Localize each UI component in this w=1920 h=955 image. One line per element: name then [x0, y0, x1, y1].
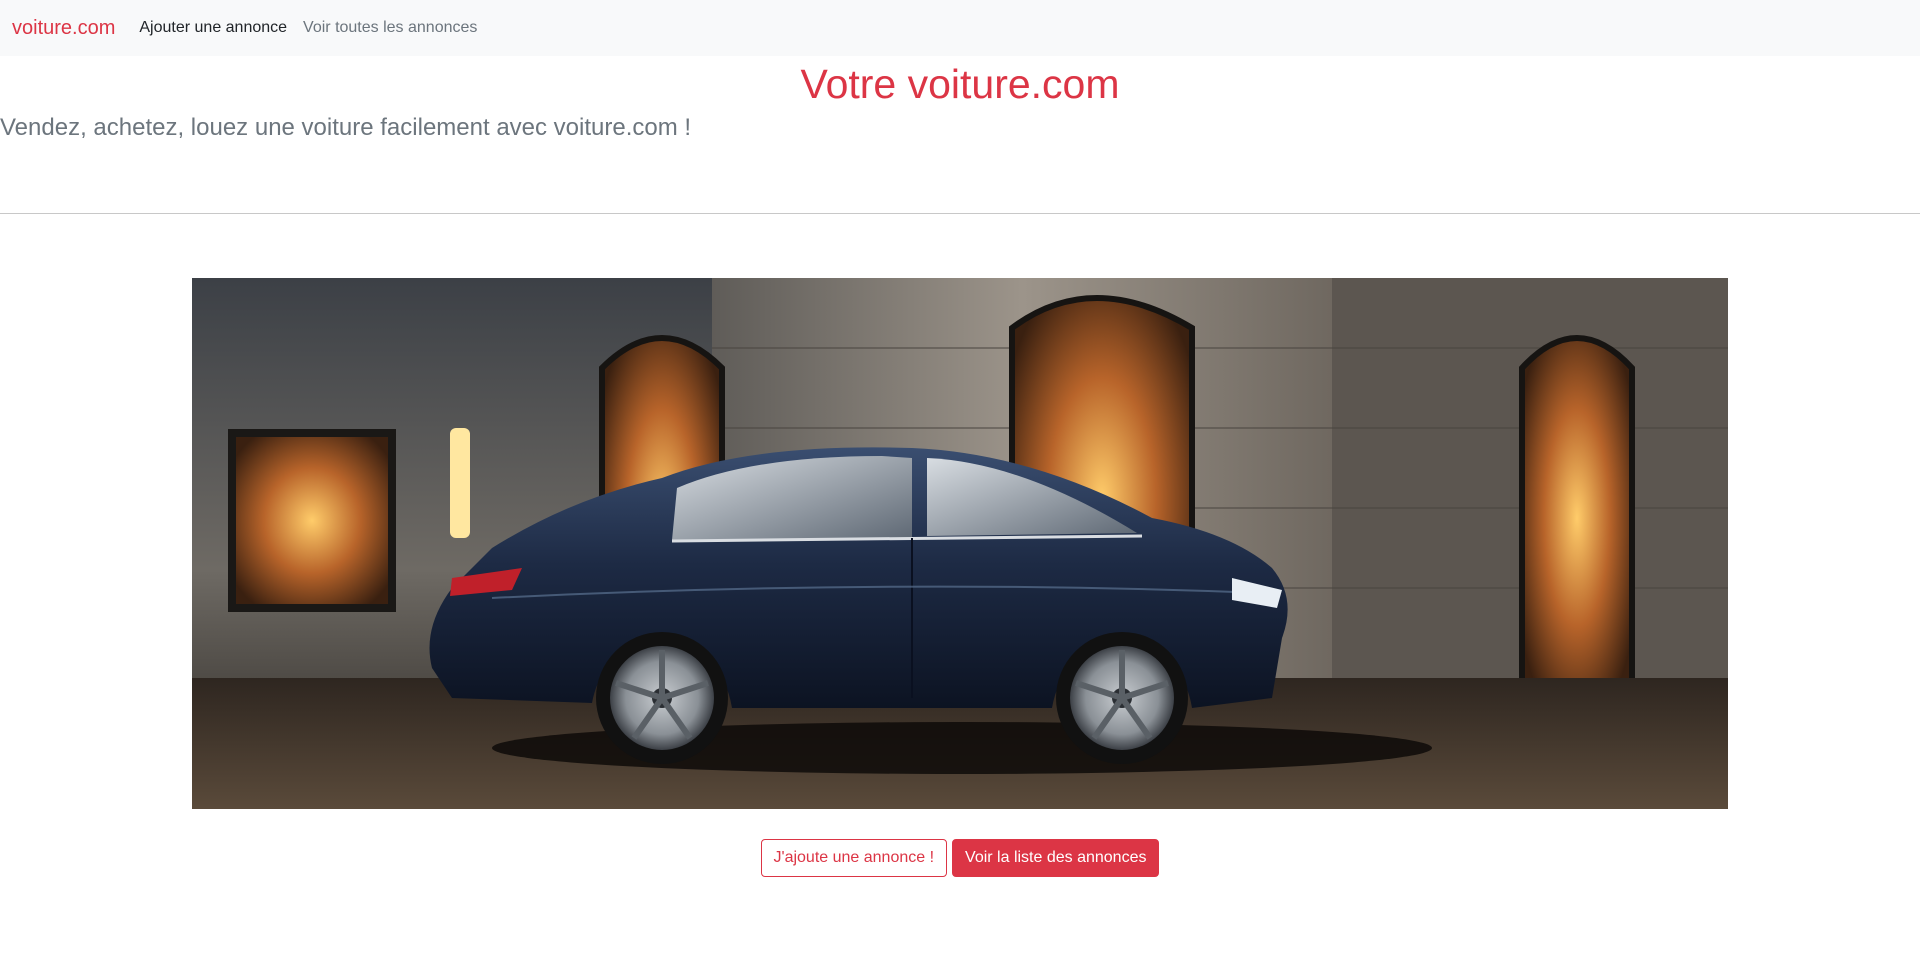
hero-car-image: [192, 278, 1728, 809]
navbar: voiture.com Ajouter une annonce Voir tou…: [0, 0, 1920, 56]
car-illustration: [192, 278, 1728, 809]
page-title: Votre voiture.com: [800, 61, 1120, 107]
view-listings-button[interactable]: Voir la liste des annonces: [952, 839, 1160, 877]
section-divider: [0, 213, 1920, 214]
add-listing-button[interactable]: J'ajoute une annonce !: [760, 839, 948, 877]
page-lead-text: Vendez, achetez, louez une voiture facil…: [0, 114, 692, 141]
nav-link-add-listing[interactable]: Ajouter une annonce: [139, 0, 287, 56]
nav-link-all-listings[interactable]: Voir toutes les annonces: [303, 0, 477, 56]
action-buttons: J'ajoute une annonce ! Voir la liste des…: [0, 839, 1920, 877]
brand-logo-link[interactable]: voiture.com: [12, 0, 115, 56]
